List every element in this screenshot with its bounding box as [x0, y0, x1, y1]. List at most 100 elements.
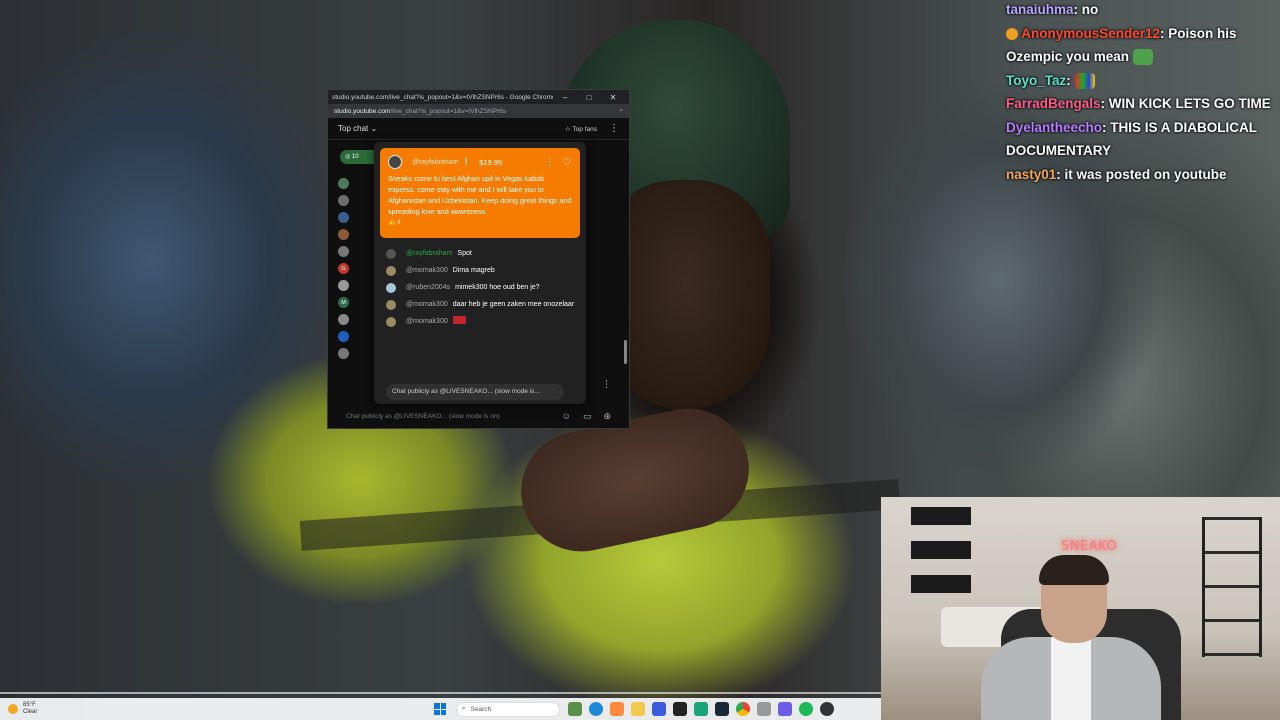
reply-message: Dima magreb — [452, 267, 495, 274]
app-icon[interactable] — [819, 702, 834, 716]
n64-emote-icon — [1074, 72, 1095, 89]
streamer-shirt — [1051, 637, 1091, 720]
chat-mode-dropdown[interactable]: Top chat ⌄ — [338, 124, 565, 133]
chat-message: nasty01: it was posted on youtube — [1006, 166, 1227, 182]
more-options-icon[interactable]: ⋮ — [602, 379, 611, 390]
avatar — [338, 331, 349, 342]
weather-widget[interactable]: 85°F Clear — [8, 702, 37, 716]
avatar — [386, 300, 396, 310]
reply-username[interactable]: @momak300 — [406, 299, 448, 310]
chrome-icon[interactable] — [735, 702, 750, 716]
avatar — [338, 314, 349, 325]
chat-username: Toyo_Taz — [1006, 72, 1067, 88]
avatar — [338, 280, 349, 291]
popover-chat-input[interactable]: Chat publicly as @LIVESNEAKO... (slow mo… — [386, 384, 564, 400]
webcam-overlay: SNEAKO — [881, 497, 1280, 720]
reply-username[interactable]: @rayfabraham — [406, 248, 452, 259]
taskbar-search[interactable]: ⌕ Search — [456, 701, 560, 717]
more-options-icon[interactable]: ⋮ — [545, 157, 554, 168]
app-icon[interactable] — [777, 702, 792, 716]
streamer-hair — [1039, 555, 1109, 585]
url-path: /live_chat?is_popout=1&v=tVlhZSNPr6s — [390, 107, 506, 115]
avatar — [386, 317, 396, 327]
avatar: M — [338, 297, 349, 308]
reply-row: @momak300 daar heb je geen zaken mee ono… — [386, 299, 576, 310]
reply-username[interactable]: @ruben2004s — [406, 282, 450, 293]
heart-icon[interactable]: ♡ — [562, 156, 572, 169]
avatar — [338, 229, 349, 240]
windows-taskbar: 85°F Clear ⌕ Search — [0, 698, 881, 720]
app-icon[interactable] — [651, 702, 666, 716]
verified-icon: ❕ — [462, 159, 472, 166]
chat-username: tanaiuhma — [1006, 2, 1074, 17]
chat-text: WIN KICK LETS GO TIME — [1108, 96, 1271, 111]
more-options-icon[interactable]: ⋮ — [609, 123, 619, 134]
address-bar[interactable]: studio.youtube.com /live_chat?is_popout=… — [328, 104, 629, 118]
chat-message: tanaiuhma: no — [1006, 2, 1099, 17]
window-titlebar: studio.youtube.com/live_chat?is_popout=1… — [328, 90, 629, 104]
reply-message: daar heb je geen zaken mee onozelaar — [452, 301, 575, 308]
start-icon[interactable] — [434, 703, 446, 715]
avatar — [338, 195, 349, 206]
reply-row: @momak300 — [386, 316, 576, 327]
reply-row: @momak300 Dima magreb — [386, 265, 576, 276]
zoom-icon[interactable]: ⌕ — [619, 107, 623, 115]
reply-username[interactable]: @momak300 — [406, 316, 448, 327]
superchat-message: Sneako come to best Afghan spit in Vegas… — [388, 174, 572, 216]
chat-username: Dyelantheecho — [1006, 119, 1103, 135]
chat-message: AnonymousSender12: Poison his Ozempic yo… — [1006, 25, 1237, 66]
widgets-icon[interactable] — [567, 702, 582, 716]
window-title: studio.youtube.com/live_chat?is_popout=1… — [332, 93, 553, 101]
superchat-popover: @rayfabraham ❕ $19.99 ⋮ ♡ Sneako come to… — [374, 142, 586, 404]
chat-username: AnonymousSender12 — [1021, 25, 1161, 41]
maximize-icon[interactable]: □ — [577, 93, 601, 102]
edge-icon[interactable] — [588, 702, 603, 716]
chat-username: nasty01 — [1006, 166, 1057, 182]
scrollbar[interactable] — [624, 340, 627, 364]
chat-message: Dyelantheecho: THIS IS A DIABOLICAL DOCU… — [1006, 119, 1257, 159]
avatar: G — [338, 263, 349, 274]
emoji-icon[interactable]: ☺ — [562, 411, 571, 421]
weather-desc: Clear — [23, 709, 38, 715]
chat-header: Top chat ⌄ ☆ Top fans ⋮ — [328, 118, 629, 140]
close-icon[interactable]: ✕ — [601, 93, 625, 102]
reply-row: @ruben2004s mimek300 hoe oud ben je? — [386, 282, 576, 293]
reply-message: Spot — [457, 250, 472, 257]
like-count[interactable]: 👍 4 — [388, 219, 572, 226]
file-explorer-icon[interactable] — [630, 702, 645, 716]
app-icon[interactable] — [693, 702, 708, 716]
app-icon[interactable] — [756, 702, 771, 716]
superchat-username[interactable]: @rayfabraham — [412, 159, 458, 166]
stream-chat-overlay: tanaiuhma: no AnonymousSender12: Poison … — [1006, 0, 1276, 186]
minimize-icon[interactable]: – — [553, 93, 577, 102]
avatar — [386, 266, 396, 276]
avatar — [338, 348, 349, 359]
neon-sign: SNEAKO — [1061, 539, 1118, 554]
superchat-amount: $19.99 — [479, 157, 503, 167]
shelf — [1202, 517, 1262, 657]
top-fans-button[interactable]: ☆ Top fans — [565, 125, 597, 133]
weather-temp: 85°F — [23, 702, 36, 708]
chat-input[interactable]: Chat publicly as @LIVESNEAKO... (slow mo… — [346, 413, 550, 420]
flag-icon — [452, 316, 466, 324]
reply-message: mimek300 hoe oud ben je? — [455, 284, 540, 291]
steam-icon[interactable] — [714, 702, 729, 716]
app-icon[interactable] — [609, 702, 624, 716]
video-progress-line — [0, 692, 881, 694]
app-icon[interactable] — [672, 702, 687, 716]
add-icon[interactable]: ⊕ — [603, 411, 611, 422]
avatar — [338, 212, 349, 223]
reply-username[interactable]: @momak300 — [406, 265, 448, 276]
chat-avatar-list: G M — [338, 178, 378, 365]
avatar — [386, 283, 396, 293]
search-icon: ⌕ — [462, 705, 466, 712]
gift-icon[interactable]: ▭ — [583, 411, 592, 422]
wall-frames — [911, 507, 971, 597]
chat-message: FarradBengals: WIN KICK LETS GO TIME — [1006, 96, 1271, 111]
url-host: studio.youtube.com — [334, 107, 391, 115]
avatar — [388, 155, 402, 169]
taskbar-apps: ⌕ Search — [434, 701, 837, 717]
badge-icon — [1006, 27, 1018, 40]
sun-icon — [8, 704, 18, 714]
spotify-icon[interactable] — [798, 702, 813, 716]
